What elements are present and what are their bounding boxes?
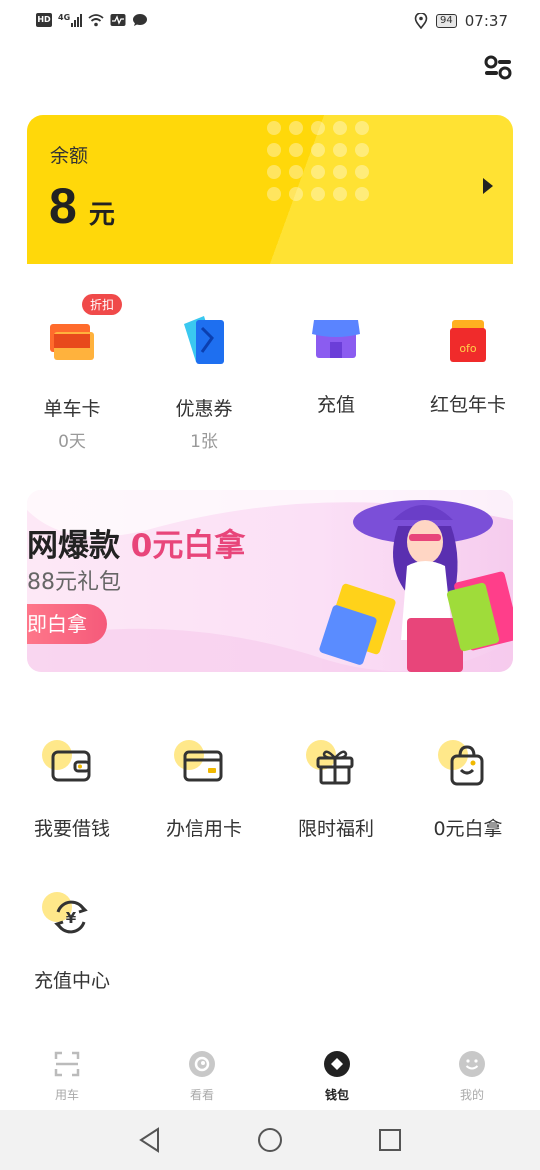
service-credit-card[interactable]: 办信用卡 xyxy=(137,730,271,841)
service-label: 办信用卡 xyxy=(165,818,242,840)
service-label: 我要借钱 xyxy=(33,818,110,840)
network-type: 4G xyxy=(58,12,71,22)
quick-item-recharge[interactable]: 充值 xyxy=(269,290,403,417)
tab-mine[interactable]: 我的 xyxy=(422,1050,522,1103)
decorative-dots xyxy=(267,121,369,201)
system-navigation-bar xyxy=(0,1110,540,1170)
settings-toggle-icon[interactable] xyxy=(482,54,514,82)
gift-icon xyxy=(304,730,368,794)
service-free-take[interactable]: 0元白拿 xyxy=(401,730,535,841)
service-limited-welfare[interactable]: 限时福利 xyxy=(269,730,403,841)
credit-card-icon xyxy=(172,730,236,794)
home-icon[interactable] xyxy=(256,1126,284,1154)
banner-cta-button[interactable]: 即白拿 xyxy=(27,604,107,644)
location-icon xyxy=(414,13,428,29)
quick-actions: 折扣 单车卡 0天 优惠券 1张 充值 ofo 红包年卡 xyxy=(0,290,540,460)
tab-label: 钱包 xyxy=(324,1088,349,1102)
banner-title: 网爆款 0元白拿 xyxy=(27,520,245,565)
banner-subtitle: 88元礼包 xyxy=(27,570,121,595)
bottom-tab-bar: 用车 看看 钱包 我的 xyxy=(0,1040,540,1110)
tab-label: 看看 xyxy=(189,1088,214,1102)
recharge-store-icon xyxy=(306,310,366,370)
clock: 07:37 xyxy=(464,12,508,30)
back-icon[interactable] xyxy=(136,1126,164,1154)
quick-item-sub: 1张 xyxy=(190,432,218,452)
tab-wallet[interactable]: 钱包 xyxy=(287,1050,387,1103)
service-label: 限时福利 xyxy=(297,818,374,840)
battery-level: 94 xyxy=(436,14,457,28)
quick-item-label: 优惠券 xyxy=(175,398,233,420)
chevron-right-icon[interactable] xyxy=(481,176,495,196)
message-icon xyxy=(133,14,148,26)
quick-item-bike-card[interactable]: 折扣 单车卡 0天 xyxy=(5,290,139,452)
banner-title-prefix: 网爆款 xyxy=(27,528,131,564)
service-borrow-money[interactable]: 我要借钱 xyxy=(5,730,139,841)
service-recharge-center[interactable]: ¥ 充值中心 xyxy=(5,882,139,993)
quick-item-label: 单车卡 xyxy=(43,398,101,420)
balance-amount: 8 元 xyxy=(49,177,115,235)
quick-item-coupon[interactable]: 优惠券 1张 xyxy=(137,290,271,452)
coupon-icon xyxy=(174,310,234,370)
tab-discover[interactable]: 看看 xyxy=(152,1050,252,1103)
balance-value: 8 xyxy=(49,178,77,234)
bike-card-icon xyxy=(42,310,102,370)
wifi-icon xyxy=(88,14,104,27)
eye-icon xyxy=(189,1051,215,1077)
tab-label: 我的 xyxy=(459,1088,484,1102)
activity-icon xyxy=(110,14,126,26)
banner-title-highlight: 0元白拿 xyxy=(130,528,246,564)
shopping-bag-icon xyxy=(436,730,500,794)
service-label: 0元白拿 xyxy=(433,818,503,840)
quick-item-red-packet[interactable]: ofo 红包年卡 xyxy=(401,290,535,417)
balance-unit: 元 xyxy=(88,200,115,230)
service-label: 充值中心 xyxy=(33,970,110,992)
wallet-icon xyxy=(40,730,104,794)
tab-ride[interactable]: 用车 xyxy=(17,1050,117,1103)
svg-text:ofo: ofo xyxy=(459,342,477,355)
signal-icon: 4G xyxy=(58,12,83,27)
smile-icon xyxy=(459,1051,485,1077)
balance-label: 余额 xyxy=(50,145,89,167)
promo-banner[interactable]: 网爆款 0元白拿 88元礼包 即白拿 xyxy=(27,490,513,672)
status-bar: HD 4G 94 07:37 xyxy=(0,0,540,44)
balance-card[interactable]: 余额 8 元 xyxy=(27,115,513,264)
quick-item-label: 红包年卡 xyxy=(429,394,506,416)
recents-icon[interactable] xyxy=(376,1126,404,1154)
wallet-diamond-icon xyxy=(324,1051,350,1077)
scan-icon xyxy=(54,1051,80,1077)
yuan-exchange-icon: ¥ xyxy=(40,882,104,946)
red-packet-icon: ofo xyxy=(438,310,498,370)
quick-item-label: 充值 xyxy=(316,394,355,416)
svg-text:¥: ¥ xyxy=(66,909,77,927)
tab-label: 用车 xyxy=(54,1088,79,1102)
shopping-woman-illustration xyxy=(319,500,513,672)
quick-item-sub: 0天 xyxy=(58,432,86,452)
hd-indicator: HD xyxy=(36,13,52,27)
